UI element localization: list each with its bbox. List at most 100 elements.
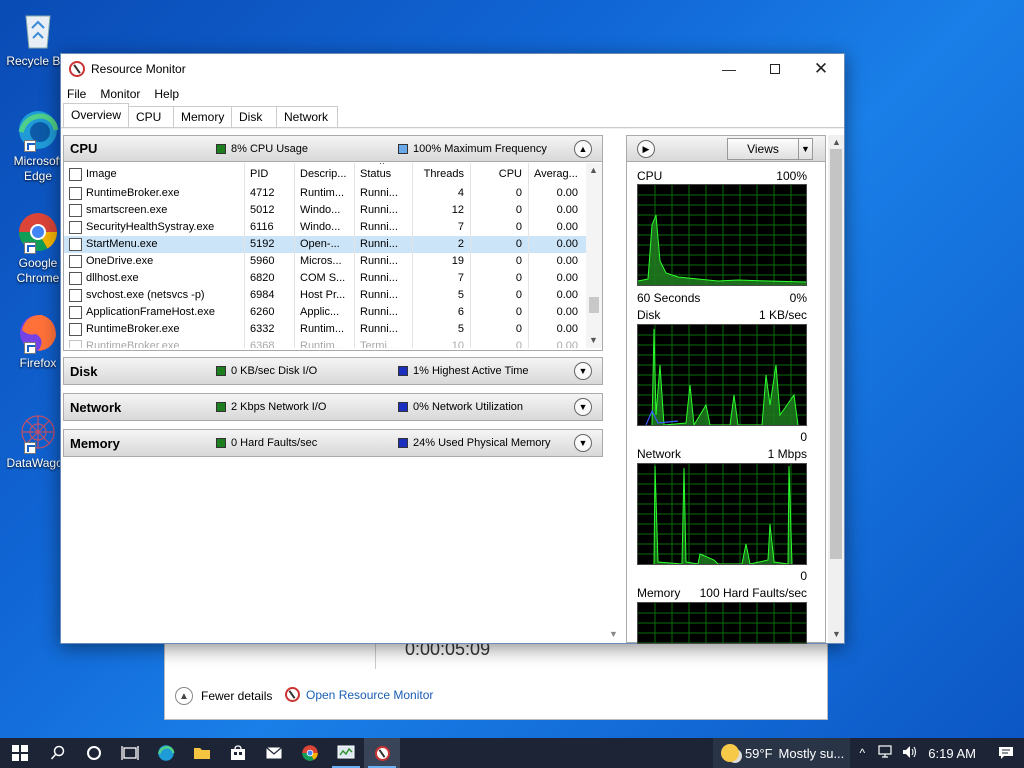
table-row[interactable]: RuntimeBroker.exe 4712 Runtim... Runni... 4 0… [64,185,586,202]
process-checkbox[interactable] [69,323,82,336]
cpu-table-scrollbar[interactable]: ▲ ▼ [586,163,602,348]
taskbar-mail[interactable] [256,738,292,768]
process-checkbox[interactable] [69,204,82,217]
taskbar-store[interactable] [220,738,256,768]
process-checkbox[interactable] [69,255,82,268]
edge-icon [157,745,175,761]
menu-file[interactable]: File [67,87,93,101]
column-header-average-cpu[interactable]: Averag... [534,168,578,180]
maximize-button[interactable] [752,54,798,84]
weather-widget[interactable]: 59°F Mostly su... [712,738,851,768]
menu-help[interactable]: Help [154,87,186,101]
tab-overview[interactable]: Overview [63,103,130,127]
column-header-description[interactable]: Descrip... [300,168,346,180]
cpu-section-header[interactable]: CPU 8% CPU Usage 100% Maximum Frequency … [64,136,602,162]
process-description: Micros... [300,255,342,267]
column-header-threads[interactable]: Threads [420,168,464,180]
column-header-cpu[interactable]: CPU [478,168,522,180]
tab-bar: Overview CPU Memory Disk Network [61,103,844,128]
expand-network-button[interactable]: ▼ [574,398,592,416]
table-row[interactable]: svchost.exe (netsvcs -p) 6984 Host Pr... Ru… [64,287,586,304]
show-hidden-icons-button[interactable]: ^ [850,746,874,760]
cpu-usage-text: 8% CPU Usage [231,142,309,155]
search-button[interactable] [40,738,76,768]
process-description: Host Pr... [300,289,346,301]
network-section-title: Network [70,399,122,415]
title-bar[interactable]: Resource Monitor — ✕ [61,54,844,84]
tab-cpu[interactable]: CPU [128,106,175,127]
cpu-graph-label: CPU [637,169,663,183]
overview-content: CPU 8% CPU Usage 100% Maximum Frequency … [61,129,844,644]
memory-graph-max: 100 Hard Faults/sec [699,586,807,600]
table-row[interactable]: StartMenu.exe 5192 Open-... Runni... 2 0 0.00 [64,236,586,253]
select-all-checkbox[interactable] [69,168,82,181]
expand-memory-button[interactable]: ▼ [574,434,592,452]
cortana-button[interactable] [76,738,112,768]
tab-memory[interactable]: Memory [173,106,233,127]
table-row[interactable]: OneDrive.exe 5960 Micros... Runni... 19 0 0.00 [64,253,586,270]
table-row[interactable]: RuntimeBroker.exe 6332 Runtim... Runni... 5 0… [64,321,586,338]
process-average-cpu: 0.00 [556,238,578,250]
process-checkbox[interactable] [69,306,82,319]
process-description: Open-... [300,238,340,250]
table-row[interactable]: ApplicationFrameHost.exe 6260 Applic... Run… [64,304,586,321]
scroll-thumb[interactable] [589,297,599,313]
minimize-button[interactable]: — [706,54,752,84]
process-image: RuntimeBroker.exe [86,340,180,348]
tab-network[interactable]: Network [276,106,339,127]
table-row[interactable]: SecurityHealthSystray.exe 6116 Windo... Run… [64,219,586,236]
table-row[interactable]: dllhost.exe 6820 COM S... Runni... 7 0 0.00 [64,270,586,287]
scroll-thumb[interactable] [830,149,842,559]
volume-icon[interactable] [898,745,922,762]
green-square-icon [216,402,226,412]
fewer-details-button[interactable]: ▲ Fewer details [175,687,272,705]
process-checkbox[interactable] [69,340,82,348]
taskbar-chrome[interactable] [292,738,328,768]
graph-panel-scrollbar[interactable]: ▲ ▼ [828,135,844,643]
taskbar-edge[interactable] [148,738,184,768]
process-checkbox[interactable] [69,187,82,200]
table-row[interactable]: RuntimeBroker.exe 6368 Runtim... Termi... 10… [64,338,586,348]
process-checkbox[interactable] [69,221,82,234]
table-header: Image PID Descrip... Status ^ Threads CP… [64,163,586,185]
taskbar-resource-monitor[interactable] [364,738,400,768]
column-header-image[interactable]: Image [86,168,117,180]
taskbar-task-manager[interactable] [328,738,364,768]
green-square-icon [216,438,226,448]
process-status: Runni... [360,306,398,318]
menu-monitor[interactable]: Monitor [100,87,147,101]
disk-graph-max: 1 KB/sec [758,308,807,322]
disk-section-header[interactable]: Disk 0 KB/sec Disk I/O 1% Highest Active… [64,358,602,384]
process-pid: 5012 [250,204,275,216]
process-checkbox[interactable] [69,238,82,251]
menu-bar: File Monitor Help [61,84,844,104]
network-status-icon[interactable] [874,744,898,762]
process-description: Windo... [300,204,341,216]
clock[interactable]: 6:19 AM [922,746,988,761]
mail-icon [266,747,282,759]
expand-disk-button[interactable]: ▼ [574,362,592,380]
table-row[interactable]: smartscreen.exe 5012 Windo... Runni... 12 0 0.… [64,202,586,219]
taskbar-file-explorer[interactable] [184,738,220,768]
green-square-icon [216,143,226,154]
network-section-header[interactable]: Network 2 Kbps Network I/O 0% Network Ut… [64,394,602,420]
memory-section-header[interactable]: Memory 0 Hard Faults/sec 24% Used Physic… [64,430,602,456]
start-button[interactable] [0,738,40,768]
cpu-frequency-text: 100% Maximum Frequency [413,142,547,155]
process-checkbox[interactable] [69,272,82,285]
resource-monitor-window: Resource Monitor — ✕ File Monitor Help O… [60,53,845,644]
network-graph [637,463,807,565]
tab-disk[interactable]: Disk [231,106,278,127]
process-checkbox[interactable] [69,289,82,302]
notifications-button[interactable] [988,746,1024,760]
views-dropdown[interactable]: Views ▼ [727,138,813,160]
column-header-pid[interactable]: PID [250,168,268,180]
process-cpu: 0 [515,340,522,348]
datawagon-icon [16,410,60,454]
collapse-cpu-button[interactable]: ▲ [574,139,592,158]
open-resource-monitor-link[interactable]: Open Resource Monitor [285,687,433,702]
hide-graphs-button[interactable]: ▶ [637,140,655,158]
close-button[interactable]: ✕ [798,54,844,84]
task-view-button[interactable] [112,738,148,768]
column-header-status[interactable]: Status [360,168,391,180]
